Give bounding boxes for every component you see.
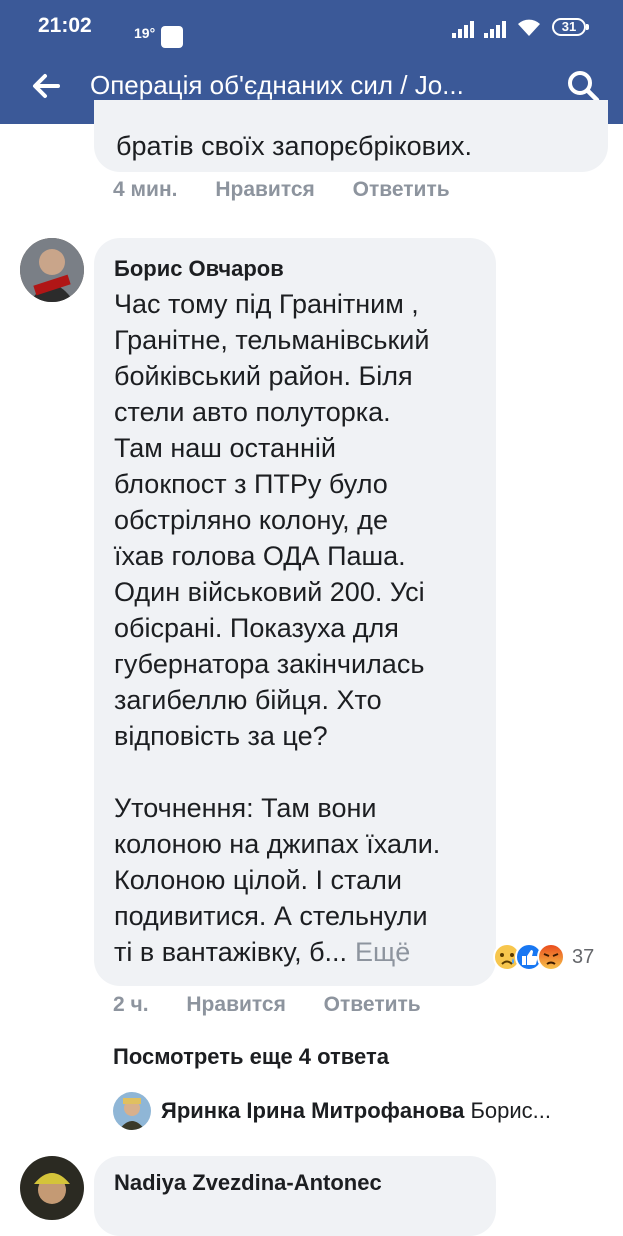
comment-bubble[interactable]: братів своїх запорєбрікових. [94, 100, 608, 172]
comment-line: обісрані. Показуха для [114, 613, 399, 643]
status-temperature: 19° [134, 25, 156, 41]
search-icon[interactable] [565, 68, 601, 104]
avatar [113, 1092, 151, 1130]
comment-bubble[interactable]: Nadiya Zvezdina-Antonec [94, 1156, 496, 1236]
comment-actions: 2 ч. Нравится Ответить [113, 993, 453, 1017]
like-button[interactable]: Нравится [186, 993, 285, 1016]
wifi-icon [518, 19, 540, 36]
arrow-left-icon[interactable] [28, 68, 64, 104]
comment-line: Колоною цілой. І стали [114, 865, 402, 895]
comment-line: колоною на джипах їхали. [114, 829, 441, 859]
signal-icon [452, 21, 474, 38]
see-more-link[interactable]: Ещё [355, 937, 410, 967]
comment-time: 2 ч. [113, 993, 149, 1016]
comment-text: братів своїх запорєбрікових. [116, 131, 473, 161]
avatar[interactable] [20, 1156, 84, 1220]
comment-line: обстріляно колону, де [114, 505, 388, 535]
comment-text: Час тому під Гранітним , Гранітне, тельма… [114, 286, 440, 970]
reply-button[interactable]: Ответить [324, 993, 421, 1016]
comment-line: стели авто полуторка. [114, 397, 391, 427]
comment-bubble[interactable]: Борис Овчаров Час тому під Гранітним , Гр… [94, 238, 496, 986]
comment-line: їхав голова ОДА Паша. [114, 541, 406, 571]
angry-reaction-icon [537, 943, 565, 971]
comment-line: ті в вантажівку, б... Ещё [114, 937, 411, 967]
notification-icon [161, 26, 183, 48]
status-time: 21:02 [38, 14, 92, 37]
reply-author: Яринка Ірина Митрофанова [161, 1098, 465, 1123]
reply-snippet: Борис... [470, 1098, 551, 1123]
comment-line: Час тому під Гранітним , [114, 289, 419, 319]
comment-author[interactable]: Nadiya Zvezdina-Antonec [114, 1170, 382, 1196]
comment-line: Гранітне, тельманівський [114, 325, 430, 355]
comment-line [114, 754, 440, 790]
comment-time: 4 мин. [113, 178, 178, 201]
comment-actions: 4 мин. Нравится Ответить [113, 178, 482, 202]
reaction-count: 37 [572, 946, 595, 968]
comment-line: Уточнення: Там вони [114, 793, 377, 823]
like-button[interactable]: Нравится [215, 178, 314, 201]
reply-button[interactable]: Ответить [353, 178, 450, 201]
comment-line: Один військовий 200. Усі [114, 577, 425, 607]
view-more-replies-link[interactable]: Посмотреть еще 4 ответа [113, 1044, 389, 1070]
comment-line: губернатора закінчилась [114, 649, 425, 679]
page-title: Операція об'єднаних сил / Jo... [90, 70, 464, 100]
reactions-badge[interactable]: 37 [492, 942, 602, 972]
status-bar: 21:02 19° 31 [0, 0, 623, 48]
comment-line: бойківський район. Біля [114, 361, 413, 391]
comment-line: Там наш останній [114, 433, 336, 463]
comment-line: подивитися. А стельнули [114, 901, 428, 931]
comment-line: відповість за це? [114, 721, 328, 751]
avatar[interactable] [20, 238, 84, 302]
comment-line: загибеллю бійця. Хто [114, 685, 382, 715]
reply-preview[interactable]: Яринка Ірина Митрофанова Борис... [113, 1092, 613, 1132]
comment-author[interactable]: Борис Овчаров [114, 256, 284, 282]
comment-line: блокпост з ПТРу було [114, 469, 388, 499]
signal-icon [484, 21, 506, 38]
battery-icon: 31 [552, 18, 589, 36]
